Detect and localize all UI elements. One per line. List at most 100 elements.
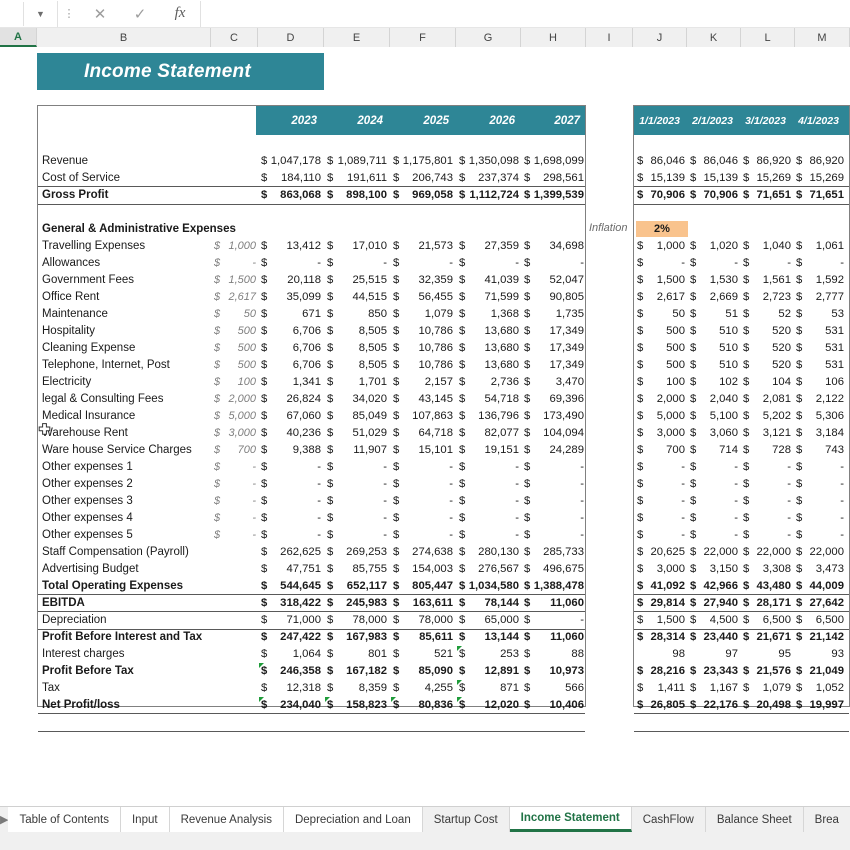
annual-value-cell[interactable]: $206,743 <box>391 170 456 187</box>
annual-value-cell[interactable]: $17,349 <box>522 357 587 374</box>
chevron-down-icon[interactable]: ▼ <box>24 0 58 27</box>
row-label[interactable]: Interest charges <box>42 646 124 663</box>
annual-value-cell[interactable]: $871 <box>457 680 522 697</box>
monthly-value-cell[interactable]: $6,500 <box>794 612 847 629</box>
monthly-value-cell[interactable]: $500 <box>635 357 688 374</box>
monthly-value-cell[interactable]: $ - <box>741 255 794 272</box>
monthly-value-cell[interactable]: $27,642 <box>794 595 847 612</box>
monthly-value-cell[interactable]: $1,561 <box>741 272 794 289</box>
column-header-H[interactable]: H <box>521 28 586 47</box>
column-header-L[interactable]: L <box>741 28 795 47</box>
row-label[interactable]: Depreciation <box>42 612 107 629</box>
monthly-value-cell[interactable]: $ - <box>794 459 847 476</box>
monthly-value-cell[interactable]: 95 <box>741 646 794 663</box>
annual-value-cell[interactable]: $544,645 <box>259 578 324 595</box>
monthly-value-cell[interactable]: $22,176 <box>688 697 741 714</box>
column-header-I[interactable]: I <box>586 28 633 47</box>
annual-value-cell[interactable]: $2,157 <box>391 374 456 391</box>
sheet-tab-startup-cost[interactable]: Startup Cost <box>422 807 510 832</box>
monthly-value-cell[interactable]: $15,139 <box>688 170 741 187</box>
monthly-value-cell[interactable]: $ - <box>794 510 847 527</box>
row-label[interactable]: Office Rent <box>42 289 99 306</box>
monthly-value-cell[interactable]: $3,121 <box>741 425 794 442</box>
name-box[interactable] <box>0 1 24 26</box>
monthly-value-cell[interactable]: $21,671 <box>741 629 794 646</box>
annual-value-cell[interactable]: $41,039 <box>457 272 522 289</box>
row-label[interactable]: Revenue <box>42 153 88 170</box>
annual-value-cell[interactable]: $40,236 <box>259 425 324 442</box>
annual-value-cell[interactable]: $ - <box>457 527 522 544</box>
annual-value-cell[interactable]: $ - <box>325 510 390 527</box>
monthly-value-cell[interactable]: $86,920 <box>741 153 794 170</box>
monthly-value-cell[interactable]: $21,142 <box>794 629 847 646</box>
monthly-value-cell[interactable]: $42,966 <box>688 578 741 595</box>
monthly-value-cell[interactable]: $23,440 <box>688 629 741 646</box>
annual-value-cell[interactable]: $88 <box>522 646 587 663</box>
annual-value-cell[interactable]: $8,505 <box>325 323 390 340</box>
annual-value-cell[interactable]: $154,003 <box>391 561 456 578</box>
confirm-check-icon[interactable]: ✓ <box>120 1 160 27</box>
annual-value-cell[interactable]: $496,675 <box>522 561 587 578</box>
annual-value-cell[interactable]: $863,068 <box>259 187 324 204</box>
annual-value-cell[interactable]: $ - <box>259 476 324 493</box>
monthly-value-cell[interactable]: $70,906 <box>635 187 688 204</box>
monthly-value-cell[interactable]: $20,625 <box>635 544 688 561</box>
annual-value-cell[interactable]: $ - <box>391 255 456 272</box>
monthly-value-cell[interactable]: $ - <box>741 527 794 544</box>
annual-value-cell[interactable]: $1,341 <box>259 374 324 391</box>
monthly-value-cell[interactable]: $ - <box>688 476 741 493</box>
annual-value-cell[interactable]: $ - <box>259 255 324 272</box>
monthly-value-cell[interactable]: $1,530 <box>688 272 741 289</box>
annual-value-cell[interactable]: $234,040 <box>259 697 324 714</box>
annual-value-cell[interactable]: $69,396 <box>522 391 587 408</box>
monthly-value-cell[interactable]: $28,171 <box>741 595 794 612</box>
annual-value-cell[interactable]: $ - <box>457 510 522 527</box>
monthly-value-cell[interactable]: $ - <box>688 527 741 544</box>
monthly-value-cell[interactable]: $3,308 <box>741 561 794 578</box>
annual-value-cell[interactable]: $ - <box>522 459 587 476</box>
annual-value-cell[interactable]: $671 <box>259 306 324 323</box>
monthly-value-cell[interactable]: $6,500 <box>741 612 794 629</box>
sheet-tab-cashflow[interactable]: CashFlow <box>631 807 706 832</box>
annual-value-cell[interactable]: $269,253 <box>325 544 390 561</box>
annual-value-cell[interactable]: $ - <box>259 493 324 510</box>
fx-icon[interactable]: fx <box>160 1 200 27</box>
annual-value-cell[interactable]: $32,359 <box>391 272 456 289</box>
annual-value-cell[interactable]: $253 <box>457 646 522 663</box>
row-label[interactable]: Other expenses 4 <box>42 510 133 527</box>
row-label[interactable]: Other expenses 1 <box>42 459 133 476</box>
annual-value-cell[interactable]: $10,786 <box>391 323 456 340</box>
annual-value-cell[interactable]: $90,805 <box>522 289 587 306</box>
sheet-tab-depreciation-and-loan[interactable]: Depreciation and Loan <box>283 807 423 832</box>
annual-value-cell[interactable]: $167,182 <box>325 663 390 680</box>
tab-nav-right-arrow-icon[interactable]: ▶ <box>0 807 8 832</box>
annual-value-cell[interactable]: $6,706 <box>259 357 324 374</box>
annual-value-cell[interactable]: $163,611 <box>391 595 456 612</box>
annual-value-cell[interactable]: $3,470 <box>522 374 587 391</box>
annual-value-cell[interactable]: $10,973 <box>522 663 587 680</box>
row-label[interactable]: Warehouse Rent <box>42 425 128 442</box>
sheet-tab-brea[interactable]: Brea <box>803 807 850 832</box>
annual-value-cell[interactable]: $85,049 <box>325 408 390 425</box>
annual-value-cell[interactable]: $ - <box>457 493 522 510</box>
row-label[interactable]: Profit Before Tax <box>42 663 134 680</box>
annual-value-cell[interactable]: $1,368 <box>457 306 522 323</box>
monthly-value-cell[interactable]: $104 <box>741 374 794 391</box>
monthly-value-cell[interactable]: $ - <box>741 476 794 493</box>
row-label[interactable]: Profit Before Interest and Tax <box>42 629 202 646</box>
monthly-value-cell[interactable]: $1,167 <box>688 680 741 697</box>
monthly-value-cell[interactable]: $1,040 <box>741 238 794 255</box>
monthly-value-cell[interactable]: $1,020 <box>688 238 741 255</box>
annual-value-cell[interactable]: $64,718 <box>391 425 456 442</box>
annual-value-cell[interactable]: $285,733 <box>522 544 587 561</box>
annual-value-cell[interactable]: $805,447 <box>391 578 456 595</box>
annual-value-cell[interactable]: $ - <box>391 510 456 527</box>
monthly-value-cell[interactable]: $500 <box>635 323 688 340</box>
annual-value-cell[interactable]: $ - <box>259 459 324 476</box>
monthly-value-cell[interactable]: $ - <box>635 527 688 544</box>
annual-value-cell[interactable]: $17,349 <box>522 340 587 357</box>
monthly-value-cell[interactable]: $1,592 <box>794 272 847 289</box>
annual-value-cell[interactable]: $78,000 <box>391 612 456 629</box>
monthly-value-cell[interactable]: $ - <box>635 476 688 493</box>
monthly-value-cell[interactable]: $743 <box>794 442 847 459</box>
